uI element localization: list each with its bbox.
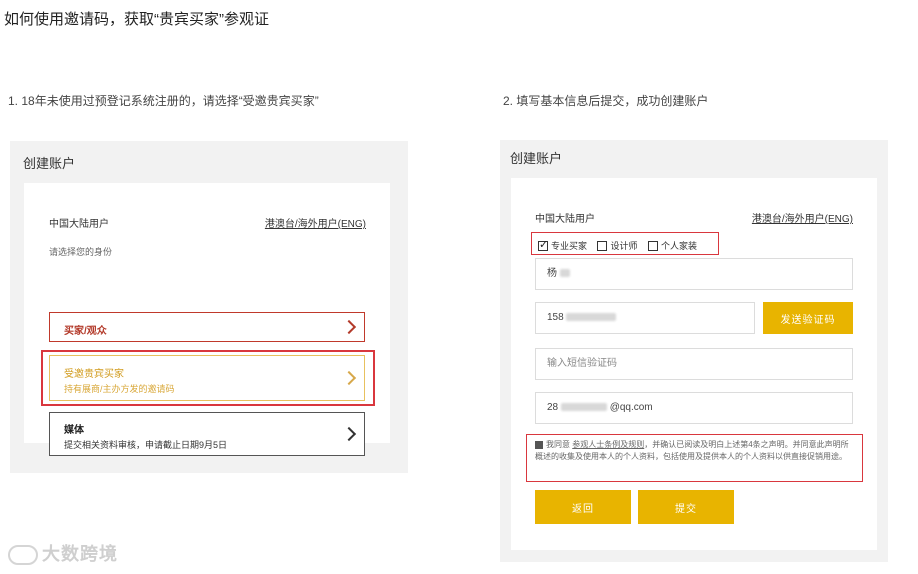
role-selector: 专业买家 设计师 个人家装 (531, 232, 719, 255)
chevron-right-icon (341, 426, 357, 442)
option-media[interactable]: 媒体 提交相关资料审核，申请截止日期9月5日 (49, 412, 365, 456)
region-link-overseas[interactable]: 港澳台/海外用户(ENG) (752, 210, 853, 225)
sms-code-input[interactable]: 输入短信验证码 (535, 348, 853, 380)
region-label-mainland: 中国大陆用户 (535, 214, 595, 225)
checkbox-home-decor[interactable] (647, 240, 658, 251)
watermark-logo-icon (8, 545, 38, 566)
watermark-text: 大数跨境 (42, 544, 118, 564)
name-value: 杨 (547, 268, 557, 279)
checkbox-designer[interactable] (597, 240, 608, 251)
redaction (560, 403, 607, 412)
chevron-right-icon (341, 370, 357, 386)
step2-caption: 2. 填写基本信息后提交，成功创建账户 (503, 94, 709, 108)
option-buyer-visitor[interactable]: 买家/观众 (49, 312, 365, 342)
option-label: 买家/观众 (64, 326, 107, 337)
role-label: 设计师 (610, 241, 638, 252)
back-button[interactable]: 返回 (535, 490, 631, 524)
create-account-form: 中国大陆用户 港澳台/海外用户(ENG) 专业买家 设计师 个人家装 杨 158… (511, 178, 877, 550)
role-label: 个人家装 (660, 241, 697, 252)
option-label: 受邀贵宾买家 (64, 369, 124, 380)
phone-value: 158 (547, 312, 564, 323)
phone-input[interactable]: 158 (535, 302, 755, 334)
step2-panel: 创建账户 中国大陆用户 港澳台/海外用户(ENG) 专业买家 设计师 个人家装 … (500, 140, 888, 562)
option-sublabel: 持有展商/主办方发的邀请码 (64, 384, 175, 394)
option-label: 媒体 (64, 425, 84, 436)
email-prefix: 28 (547, 402, 559, 413)
email-input[interactable]: 28 @qq.com (535, 392, 853, 424)
panel-title: 创建账户 (510, 151, 563, 166)
option-invited-vip-buyer[interactable]: 受邀贵宾买家 持有展商/主办方发的邀请码 (49, 355, 365, 401)
agreement-box: 我同意 参观人士条例及规则，并确认已阅读及明白上述第4条之声明。并同意此声明所概… (526, 434, 863, 482)
email-suffix: @qq.com (609, 402, 653, 413)
agreement-prefix: 我同意 (546, 440, 570, 449)
watermark: 大数跨境 (8, 540, 118, 566)
create-account-card: 中国大陆用户 港澳台/海外用户(ENG) 请选择您的身份 买家/观众 受邀贵宾买… (24, 183, 390, 456)
region-label-mainland: 中国大陆用户 (49, 219, 109, 230)
step1-panel: 创建账户 中国大陆用户 港澳台/海外用户(ENG) 请选择您的身份 买家/观众 … (10, 141, 408, 473)
name-input[interactable]: 杨 (535, 258, 853, 290)
panel-title: 创建账户 (23, 156, 76, 171)
rules-link[interactable]: 参观人士条例及规则 (572, 440, 644, 449)
step1-caption: 1. 18年未使用过预登记系统注册的，请选择“受邀贵宾买家” (8, 94, 319, 108)
identity-prompt: 请选择您的身份 (49, 247, 113, 257)
region-link-overseas[interactable]: 港澳台/海外用户(ENG) (265, 215, 366, 230)
checkbox-professional-buyer[interactable] (538, 238, 548, 251)
redaction (559, 269, 570, 278)
role-label: 专业买家 (551, 241, 588, 252)
redaction (566, 313, 617, 322)
page-title: 如何使用邀请码，获取“贵宾买家”参观证 (4, 11, 269, 28)
agreement-checkbox[interactable] (535, 440, 543, 449)
send-code-button[interactable]: 发送验证码 (763, 302, 853, 334)
option-sublabel: 提交相关资料审核，申请截止日期9月5日 (64, 440, 228, 450)
chevron-right-icon (341, 319, 357, 335)
submit-button[interactable]: 提交 (638, 490, 734, 524)
